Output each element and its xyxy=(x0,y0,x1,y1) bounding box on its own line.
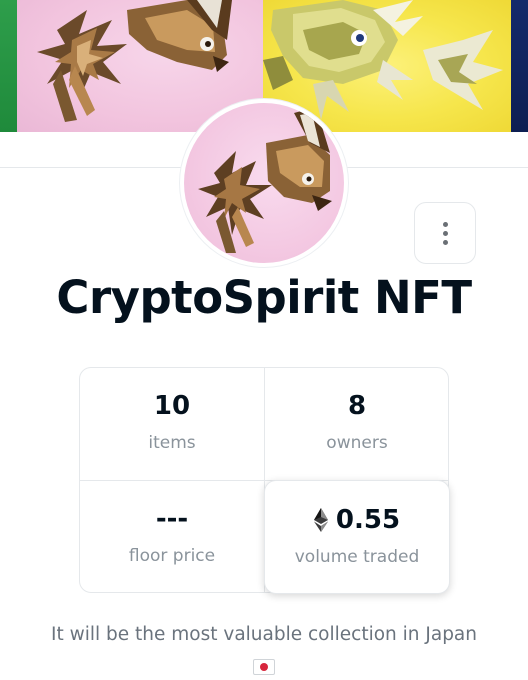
stat-items-label: items xyxy=(148,433,196,453)
collection-avatar[interactable] xyxy=(180,99,348,267)
collection-description: It will be the most valuable collection … xyxy=(0,620,528,680)
japan-flag-icon xyxy=(253,659,275,675)
eth-icon xyxy=(313,508,328,532)
stat-volume-traded-label: volume traded xyxy=(294,547,420,567)
more-options-button[interactable] xyxy=(414,202,476,264)
stat-owners-value: 8 xyxy=(347,391,367,421)
banner-image-green xyxy=(0,0,17,132)
stat-floor-price[interactable]: --- floor price xyxy=(80,481,264,593)
stat-volume-traded[interactable]: 0.55 volume traded xyxy=(264,480,450,594)
collection-title: CryptoSpirit NFT xyxy=(56,271,472,324)
stat-owners[interactable]: 8 owners xyxy=(265,368,449,480)
avatar-image xyxy=(184,103,344,263)
stat-volume-traded-value: 0.55 xyxy=(335,505,401,535)
collection-stats: 10 items 8 owners --- floor price 0.55 v… xyxy=(79,367,450,594)
stat-owners-label: owners xyxy=(326,433,388,453)
stat-items-value: 10 xyxy=(153,391,191,421)
more-vertical-icon xyxy=(442,221,448,227)
description-text: It will be the most valuable collection … xyxy=(51,624,477,645)
stat-items[interactable]: 10 items xyxy=(80,368,264,480)
stat-floor-price-label: floor price xyxy=(128,546,216,566)
stat-floor-price-value: --- xyxy=(155,504,189,534)
banner-image-navy xyxy=(511,0,528,132)
